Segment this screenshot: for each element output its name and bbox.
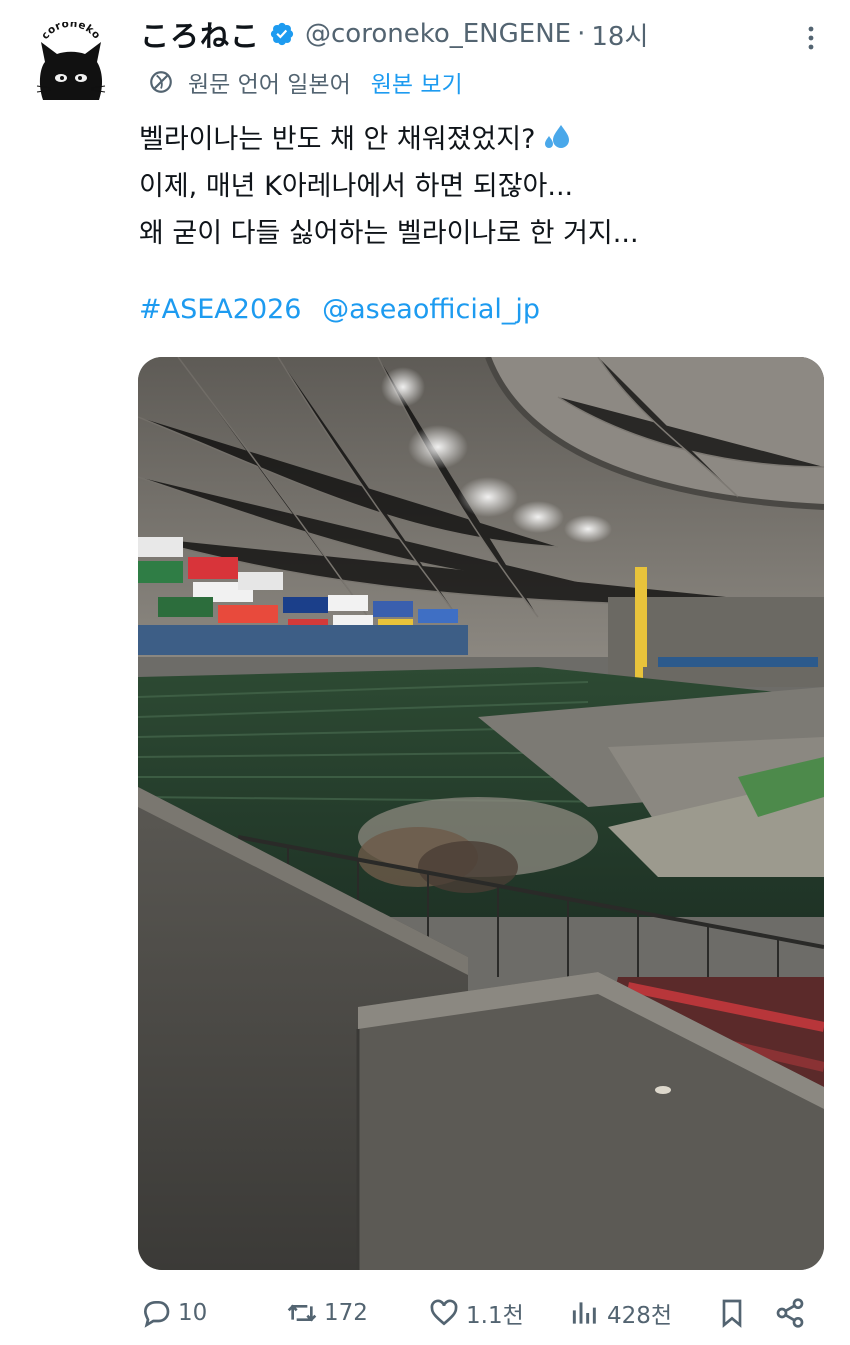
heart-icon: [430, 1299, 458, 1326]
repost-button[interactable]: 172: [286, 1290, 368, 1336]
svg-text:coroneko: coroneko: [39, 22, 103, 42]
reply-icon: [143, 1301, 170, 1328]
author-handle[interactable]: @coroneko_ENGENE: [305, 19, 571, 49]
share-icon: [776, 1298, 804, 1328]
tweet-line: 왜 굳이 다들 싫어하는 벨라이나로 한 거지...: [139, 218, 639, 249]
avatar[interactable]: coroneko: [35, 18, 107, 106]
tweet-line: 이제, 매년 K아레나에서 하면 되잖아...: [139, 171, 574, 202]
like-count: 1.1천: [466, 1303, 524, 1329]
repost-icon: [287, 1304, 317, 1322]
tweet-action-bar: 10 172 1.1천 428천: [0, 1290, 850, 1336]
tweet-header: ころねこ @coroneko_ENGENE · 18시: [140, 14, 820, 54]
like-button[interactable]: 1.1천: [428, 1290, 524, 1336]
translation-bar: 원문 언어 일본어 원본 보기: [148, 62, 463, 102]
tweet-text: 벨라이나는 반도 채 안 채워졌었지? 이제, 매년 K아레나에서 하면 되잖아…: [139, 116, 819, 257]
show-original-link[interactable]: 원본 보기: [371, 65, 463, 99]
views-button[interactable]: 428천: [569, 1290, 672, 1336]
post-time[interactable]: 18시: [591, 16, 648, 53]
stadium-photo-image: [138, 357, 824, 1270]
views-chart-icon: [572, 1302, 596, 1324]
bookmark-button[interactable]: [716, 1290, 754, 1336]
hashtag-link[interactable]: #ASEA2026: [139, 294, 301, 325]
tweet-line: 벨라이나는 반도 채 안 채워졌었지?: [139, 116, 819, 163]
repost-count: 172: [324, 1300, 368, 1326]
display-name[interactable]: ころねこ: [140, 13, 260, 55]
tweet-photo[interactable]: [138, 357, 824, 1270]
sweat-droplets-icon: [545, 125, 570, 148]
reply-button[interactable]: 10: [140, 1290, 207, 1336]
translation-source-label: 원문 언어 일본어: [188, 72, 351, 98]
mention-link[interactable]: @aseaofficial_jp: [322, 294, 540, 325]
more-options-icon[interactable]: [802, 24, 820, 52]
verified-badge-icon: [270, 22, 294, 46]
bookmark-icon: [722, 1299, 742, 1328]
view-count: 428천: [607, 1303, 673, 1329]
translate-globe-icon: [150, 71, 172, 93]
reply-count: 10: [178, 1300, 208, 1326]
separator-dot: ·: [577, 19, 586, 49]
share-button[interactable]: [774, 1290, 812, 1336]
tweet-links: #ASEA2026 @aseaofficial_jp: [139, 294, 552, 325]
